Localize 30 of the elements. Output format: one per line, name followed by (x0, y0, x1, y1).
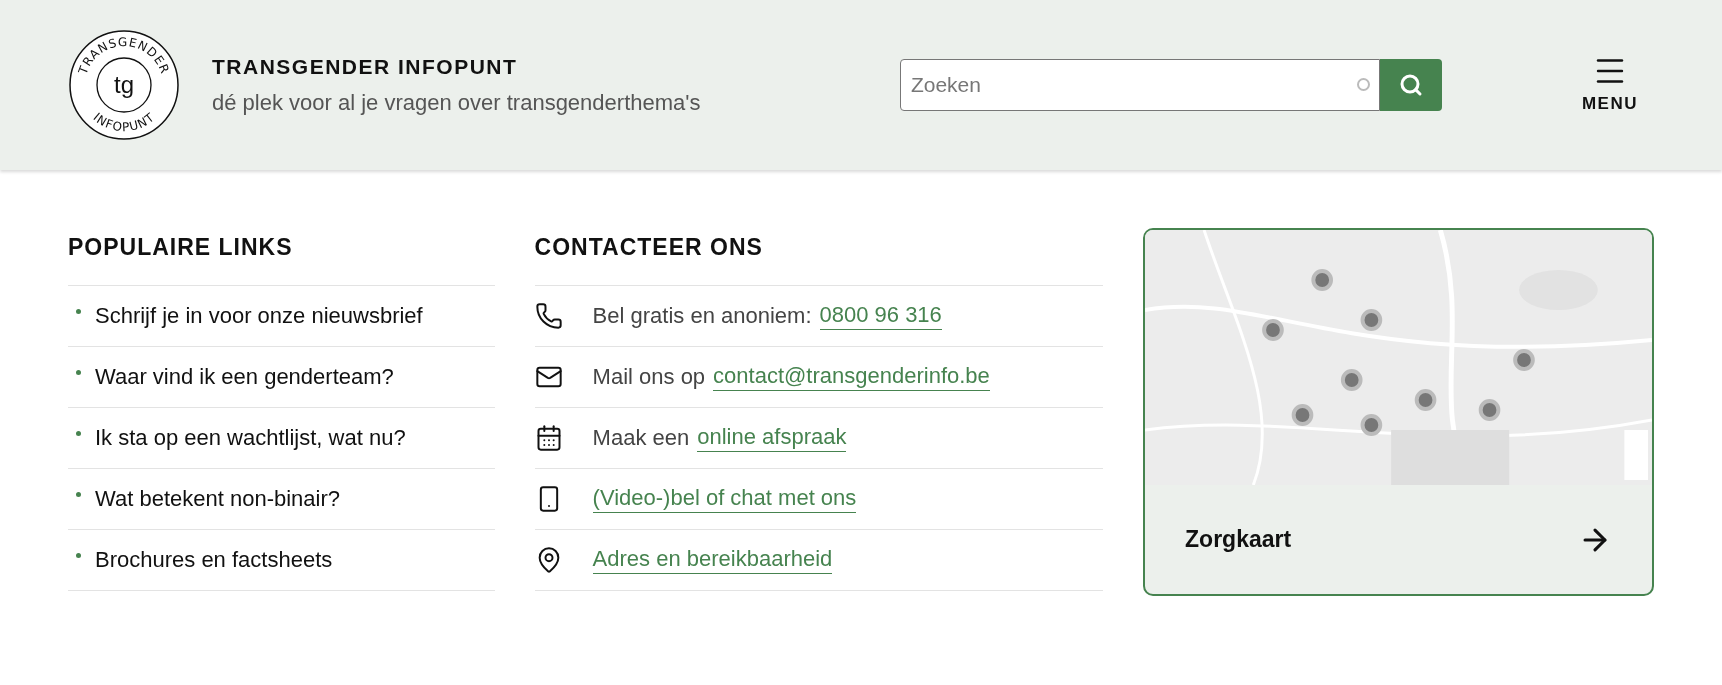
search-button[interactable] (1379, 59, 1442, 111)
bullet-icon (76, 553, 81, 558)
contact-link[interactable]: 0800 96 316 (819, 301, 942, 330)
popular-link[interactable]: Schrijf je in voor onze nieuwsbrief (95, 299, 423, 332)
loading-icon (1356, 78, 1370, 91)
map-card[interactable]: Zorgkaart (1143, 228, 1654, 596)
search-icon (1398, 73, 1423, 97)
site-title: TRANSGENDER INFOPUNT (212, 53, 519, 80)
popular-link[interactable]: Brochures en factsheets (95, 543, 333, 576)
section-heading: CONTACTEER ONS (534, 233, 764, 262)
phone-icon (534, 301, 563, 330)
card-title: Zorgkaart (1185, 525, 1292, 555)
contact-link[interactable]: Adres en bereikbaarheid (592, 545, 833, 574)
bullet-icon (76, 492, 81, 497)
contact-link[interactable]: contact@transgenderinfo.be (713, 362, 990, 391)
contact-link[interactable]: online afspraak (697, 423, 847, 452)
bullet-icon (76, 370, 81, 375)
site-tagline: dé plek voor al je vragen over transgenderthema's (212, 89, 701, 118)
menu-button[interactable]: MENU (1581, 53, 1638, 117)
bullet-icon (76, 431, 81, 436)
popular-link[interactable]: Wat betekent non-binair? (95, 482, 340, 515)
contact-link[interactable]: (Video-)bel of chat met ons (592, 484, 857, 513)
bullet-icon (76, 309, 81, 314)
contact-text: Mail ons op (592, 363, 706, 391)
popular-link[interactable]: Ik sta op een wachtlijst, wat nu? (95, 421, 406, 454)
contact-text: Bel gratis en anoniem: (592, 302, 812, 330)
contact-text: Maak een (592, 424, 690, 452)
search-field[interactable]: Zoeken (899, 59, 1380, 111)
section-heading: POPULAIRE LINKS (68, 233, 294, 262)
popular-link[interactable]: Waar vind ik een genderteam? (95, 360, 394, 393)
